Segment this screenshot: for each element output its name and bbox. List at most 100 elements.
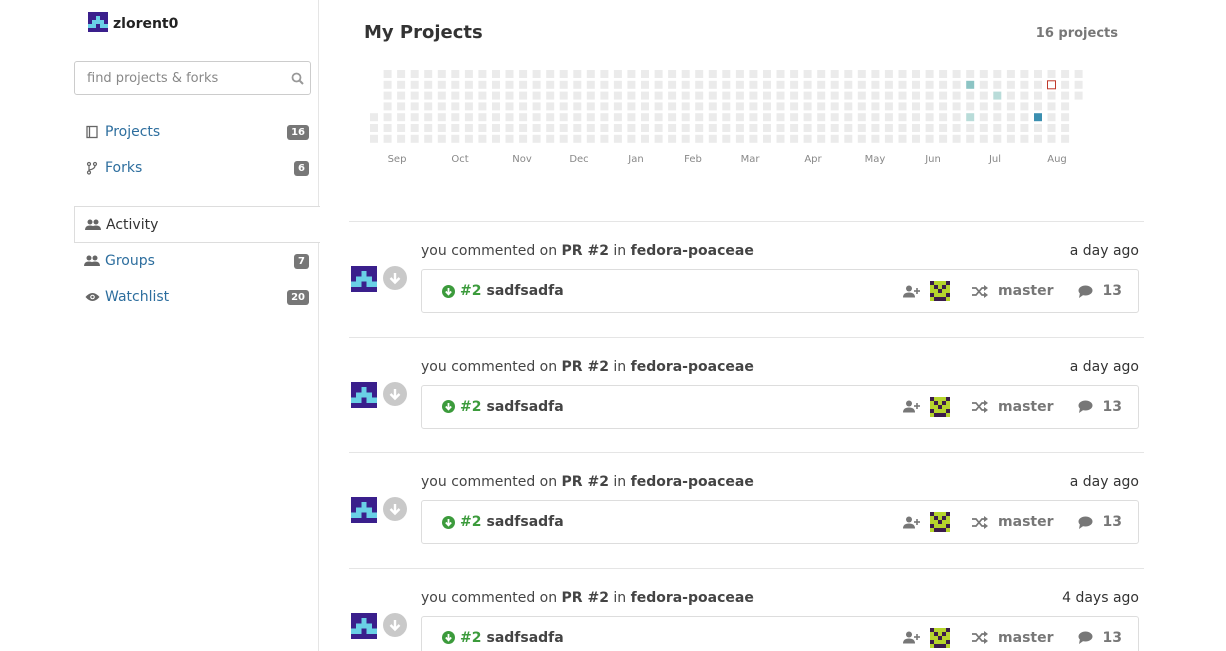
heatmap-day-cell[interactable] — [627, 124, 636, 132]
heatmap-day-cell[interactable] — [654, 113, 663, 122]
heatmap-day-cell[interactable] — [735, 70, 744, 78]
heatmap-day-cell[interactable] — [478, 91, 487, 100]
heatmap-day-cell[interactable] — [451, 134, 460, 143]
heatmap-day-cell[interactable] — [586, 102, 595, 111]
heatmap-day-cell[interactable] — [790, 134, 799, 143]
heatmap-day-cell[interactable] — [586, 70, 595, 78]
heatmap-day-cell[interactable] — [505, 124, 514, 132]
heatmap-day-cell[interactable] — [613, 113, 622, 122]
heatmap-day-cell[interactable] — [546, 70, 555, 78]
heatmap-day-cell[interactable] — [532, 113, 541, 122]
heatmap-day-cell[interactable] — [437, 134, 446, 143]
heatmap-day-cell[interactable] — [546, 124, 555, 132]
heatmap-day-cell[interactable] — [600, 91, 609, 100]
heatmap-day-cell[interactable] — [464, 113, 473, 122]
heatmap-day-cell[interactable] — [1047, 102, 1056, 111]
heatmap-day-cell[interactable] — [817, 102, 826, 111]
heatmap-day-cell[interactable] — [871, 80, 880, 89]
heatmap-day-cell[interactable] — [722, 80, 731, 89]
heatmap-day-cell[interactable] — [763, 91, 771, 100]
heatmap-day-cell[interactable] — [790, 124, 799, 132]
heatmap-day-cell[interactable] — [939, 70, 948, 78]
heatmap-day-cell[interactable] — [397, 113, 406, 122]
heatmap-day-cell[interactable] — [1061, 134, 1070, 143]
heatmap-day-cell[interactable] — [871, 91, 880, 100]
heatmap-day-cell[interactable] — [573, 124, 582, 132]
add-user-icon[interactable] — [903, 516, 921, 529]
heatmap-day-cell[interactable] — [1061, 70, 1070, 78]
heatmap-day-cell[interactable] — [695, 113, 704, 122]
pr-title[interactable]: sadfsadfa — [486, 283, 563, 299]
sidebar-item-watchlist[interactable]: Watchlist 20 — [84, 285, 309, 309]
heatmap-day-cell[interactable] — [857, 113, 866, 122]
heatmap-day-cell[interactable] — [749, 124, 758, 132]
heatmap-day-cell[interactable] — [939, 91, 948, 100]
heatmap-day-cell[interactable] — [830, 91, 839, 100]
heatmap-day-cell[interactable] — [803, 124, 812, 132]
pr-title[interactable]: sadfsadfa — [486, 399, 563, 415]
heatmap-day-cell[interactable] — [654, 91, 663, 100]
heatmap-day-cell[interactable] — [952, 102, 961, 111]
heatmap-day-cell[interactable] — [1047, 91, 1056, 100]
heatmap-day-cell[interactable] — [613, 102, 622, 111]
heatmap-day-cell[interactable] — [939, 134, 948, 143]
heatmap-day-cell[interactable] — [722, 91, 731, 100]
heatmap-day-cell[interactable] — [573, 91, 582, 100]
heatmap-day-cell[interactable] — [424, 91, 433, 100]
heatmap-day-cell[interactable] — [410, 124, 419, 132]
heatmap-day-cell[interactable] — [708, 113, 717, 122]
heatmap-day-cell[interactable] — [898, 102, 907, 111]
heatmap-day-cell[interactable] — [424, 113, 433, 122]
reviewer-avatar[interactable] — [930, 627, 951, 648]
heatmap-day-cell[interactable] — [857, 124, 866, 132]
heatmap-day-cell[interactable] — [559, 70, 568, 78]
heatmap-day-cell[interactable] — [993, 91, 1002, 100]
heatmap-day-cell[interactable] — [884, 80, 893, 89]
heatmap-day-cell[interactable] — [600, 80, 609, 89]
heatmap-day-cell[interactable] — [749, 134, 758, 143]
heatmap-day-cell[interactable] — [681, 80, 690, 89]
heatmap-day-cell[interactable] — [817, 91, 826, 100]
heatmap-day-cell[interactable] — [979, 134, 988, 143]
heatmap-day-cell[interactable] — [912, 134, 920, 143]
heatmap-day-cell[interactable] — [722, 134, 731, 143]
heatmap-day-cell[interactable] — [478, 80, 487, 89]
heatmap-day-cell[interactable] — [424, 80, 433, 89]
user-avatar[interactable] — [351, 497, 377, 527]
heatmap-day-cell[interactable] — [478, 113, 487, 122]
heatmap-day-cell[interactable] — [410, 70, 419, 78]
pr-title[interactable]: sadfsadfa — [486, 630, 563, 646]
heatmap-day-cell[interactable] — [925, 113, 934, 122]
heatmap-day-cell[interactable] — [532, 102, 541, 111]
heatmap-day-cell[interactable] — [695, 80, 704, 89]
heatmap-day-cell[interactable] — [844, 124, 853, 132]
heatmap-day-cell[interactable] — [532, 124, 541, 132]
search-input[interactable] — [75, 62, 284, 94]
heatmap-day-cell[interactable] — [708, 70, 717, 78]
sidebar-item-projects[interactable]: Projects 16 — [84, 120, 309, 144]
heatmap-day-cell[interactable] — [790, 91, 799, 100]
heatmap-day-cell[interactable] — [573, 102, 582, 111]
heatmap-day-cell[interactable] — [952, 134, 961, 143]
heatmap-day-cell[interactable] — [1020, 102, 1029, 111]
heatmap-day-cell[interactable] — [925, 134, 934, 143]
heatmap-day-cell[interactable] — [857, 102, 866, 111]
heatmap-day-cell[interactable] — [993, 134, 1002, 143]
heatmap-day-cell[interactable] — [370, 124, 378, 132]
heatmap-day-cell[interactable] — [613, 91, 622, 100]
heatmap-day-cell[interactable] — [654, 124, 663, 132]
heatmap-day-cell[interactable] — [776, 113, 785, 122]
heatmap-day-cell[interactable] — [397, 91, 406, 100]
add-user-icon[interactable] — [903, 285, 921, 298]
heatmap-day-cell[interactable] — [654, 70, 663, 78]
heatmap-day-cell[interactable] — [803, 80, 812, 89]
heatmap-day-cell[interactable] — [966, 113, 975, 122]
heatmap-day-cell[interactable] — [1034, 80, 1042, 89]
heatmap-day-cell[interactable] — [464, 124, 473, 132]
heatmap-day-cell[interactable] — [600, 70, 609, 78]
heatmap-day-cell[interactable] — [722, 102, 731, 111]
heatmap-day-cell[interactable] — [830, 70, 839, 78]
heatmap-day-cell[interactable] — [979, 102, 988, 111]
heatmap-day-cell[interactable] — [871, 102, 880, 111]
heatmap-day-cell[interactable] — [912, 124, 920, 132]
